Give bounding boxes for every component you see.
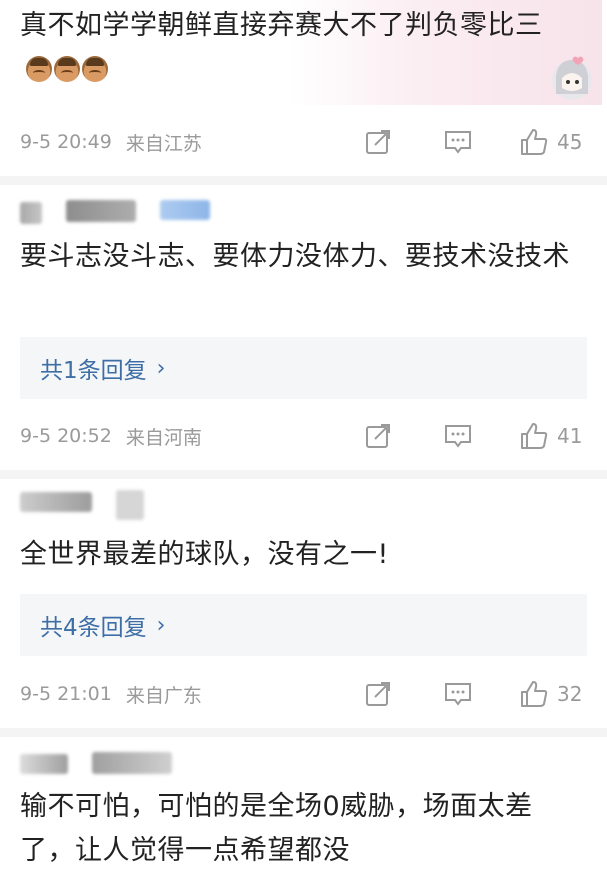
- section-divider: [0, 728, 607, 737]
- reply-count-label: 共1条回复: [40, 358, 147, 384]
- face-emoji-icon: [26, 56, 52, 82]
- like-count: 32: [557, 682, 583, 706]
- username-redacted: [20, 490, 220, 520]
- comment-meta-row: 9-5 21:01 来自广东 32: [20, 676, 587, 712]
- like-count: 45: [557, 130, 583, 154]
- comment-time: 9-5 20:52: [20, 425, 112, 447]
- username-redacted: [20, 748, 220, 778]
- view-replies-button[interactable]: 共1条回复 ›: [20, 337, 587, 399]
- like-button[interactable]: 45: [519, 127, 587, 157]
- thumbs-up-icon: [521, 681, 548, 707]
- comment-location: 来自广东: [125, 684, 202, 707]
- view-replies-button[interactable]: 共4条回复 ›: [20, 594, 587, 656]
- share-icon[interactable]: [363, 127, 393, 157]
- comment-location: 来自河南: [125, 426, 202, 449]
- comment-actions: 32: [363, 679, 587, 709]
- username-redacted: [20, 196, 220, 226]
- comment-icon[interactable]: [443, 679, 473, 709]
- like-button[interactable]: 32: [519, 679, 587, 709]
- like-button[interactable]: 41: [519, 421, 587, 451]
- section-divider: [0, 176, 607, 185]
- comment-body: 真不如学学朝鲜直接弃赛大不了判负零比三: [20, 10, 543, 41]
- thumbs-up-icon: [521, 129, 548, 155]
- like-count: 41: [557, 424, 583, 448]
- share-icon[interactable]: [363, 421, 393, 451]
- comment-meta-row: 9-5 20:49 来自江苏 45: [20, 124, 587, 160]
- anime-sticker-avatar: [552, 56, 592, 100]
- comment-actions: 41: [363, 421, 587, 451]
- comment-time: 9-5 20:49: [20, 131, 112, 153]
- comment-text-1: 真不如学学朝鲜直接弃赛大不了判负零比三: [20, 4, 580, 92]
- comment-icon[interactable]: [443, 421, 473, 451]
- comment-time: 9-5 21:01: [20, 683, 112, 705]
- thumbs-up-icon: [521, 423, 548, 449]
- comment-location: 来自江苏: [125, 132, 202, 155]
- comment-text-3: 全世界最差的球队，没有之一!: [20, 539, 389, 570]
- chevron-right-icon: ›: [156, 355, 166, 381]
- section-divider: [0, 470, 607, 479]
- emoji-row: [26, 56, 108, 82]
- reply-count-label: 共4条回复: [40, 615, 147, 641]
- comment-icon[interactable]: [443, 127, 473, 157]
- comment-text-2: 要斗志没斗志、要体力没体力、要技术没技术: [20, 241, 570, 272]
- comment-text-4: 输不可怕，可怕的是全场0威胁，场面太差了，让人觉得一点希望都没: [20, 791, 533, 866]
- face-emoji-icon: [54, 56, 80, 82]
- comment-actions: 45: [363, 127, 587, 157]
- face-emoji-icon: [82, 56, 108, 82]
- share-icon[interactable]: [363, 679, 393, 709]
- comment-meta-row: 9-5 20:52 来自河南 41: [20, 418, 587, 454]
- chevron-right-icon: ›: [156, 612, 166, 638]
